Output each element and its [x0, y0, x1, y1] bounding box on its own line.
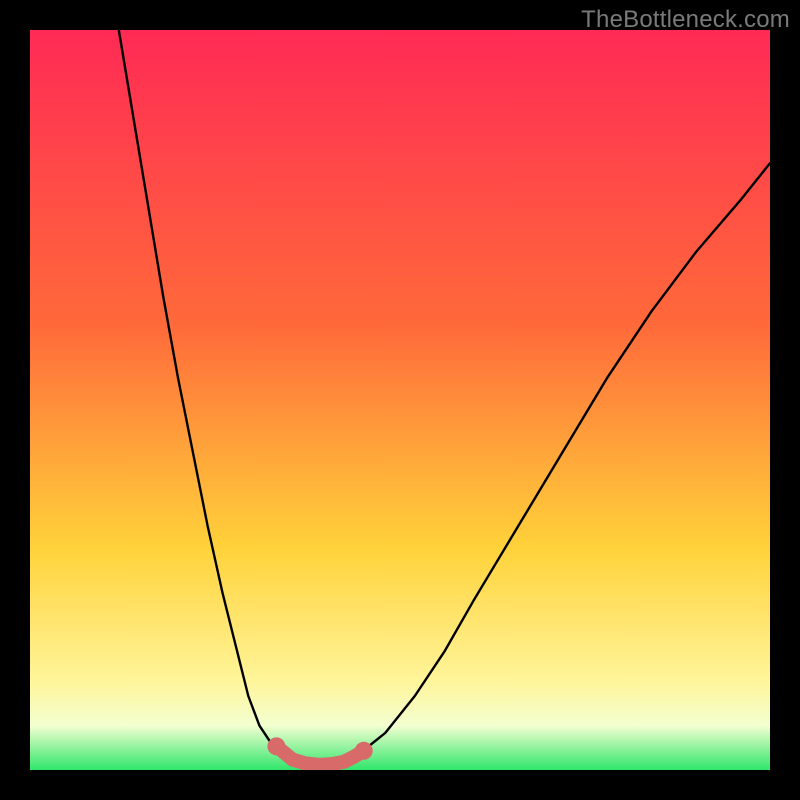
valley-marker — [355, 742, 373, 760]
bottleneck-chart — [30, 30, 770, 770]
valley-marker — [298, 756, 312, 770]
valley-marker — [286, 753, 300, 767]
chart-frame — [30, 30, 770, 770]
watermark-text: TheBottleneck.com — [581, 6, 790, 34]
valley-marker — [267, 737, 285, 755]
gradient-background — [30, 30, 770, 770]
